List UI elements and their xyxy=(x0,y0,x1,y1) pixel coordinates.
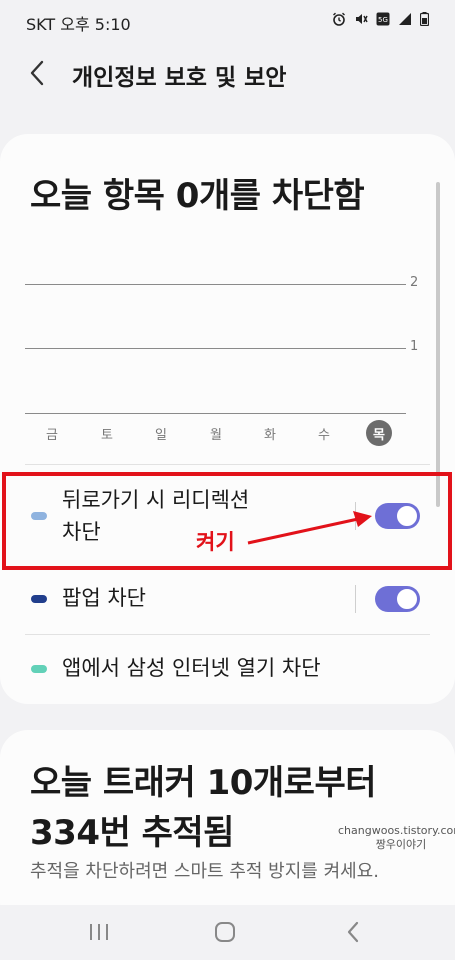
popup-block-toggle[interactable] xyxy=(375,586,420,612)
status-bar: SKT 오후 5:10 5G xyxy=(0,0,455,44)
tracker-subtitle: 추적을 차단하려면 스마트 추적 방지를 켜세요. xyxy=(30,861,379,882)
toggle-knob xyxy=(395,587,419,611)
vertical-divider xyxy=(355,585,356,613)
5g-signal-icon: 5G xyxy=(376,12,390,26)
setting-row-popup-block[interactable]: 팝업 차단 xyxy=(0,582,455,616)
setting-row-open-in-app-block[interactable]: 앱에서 삼성 인터넷 열기 차단 xyxy=(0,652,455,686)
y-tick-label: 2 xyxy=(410,275,419,290)
navigation-bar xyxy=(0,905,455,960)
tracker-card: 오늘 트래커 10개로부터 334번 추적됨 추적을 차단하려면 스마트 추적 … xyxy=(0,730,455,930)
battery-icon xyxy=(420,12,429,26)
alarm-icon xyxy=(333,12,345,26)
setting-label-open-in-app: 앱에서 삼성 인터넷 열기 차단 xyxy=(62,656,321,680)
legend-dot-open-in-app xyxy=(31,665,47,673)
grid-line-2 xyxy=(25,284,406,285)
x-tick-label: 화 xyxy=(264,428,276,443)
watermark-name: 짱우이야기 xyxy=(375,838,427,851)
divider xyxy=(25,634,430,635)
annotation-arrow-icon xyxy=(247,511,372,545)
watermark: changwoos.tistory.com 짱우이야기 xyxy=(338,824,455,852)
legend-dot-popup xyxy=(31,595,47,603)
mute-icon xyxy=(356,14,368,24)
app-bar: 개인정보 보호 및 보안 xyxy=(0,44,455,104)
blocked-chart: 2 1 금 토 일 월 화 수 목 xyxy=(0,134,455,464)
x-tick-label-today: 목 xyxy=(373,428,385,443)
x-tick-label: 수 xyxy=(318,428,330,443)
back-arrow-icon[interactable] xyxy=(28,58,48,88)
y-tick-label: 1 xyxy=(410,339,419,354)
watermark-url: changwoos.tistory.com xyxy=(338,824,455,837)
grid-line-1 xyxy=(25,348,406,349)
status-icons: 5G xyxy=(332,12,429,26)
home-icon[interactable] xyxy=(214,921,236,943)
divider xyxy=(25,464,430,465)
recents-icon[interactable] xyxy=(88,922,110,942)
x-tick-label: 토 xyxy=(101,428,113,443)
chart-baseline xyxy=(25,413,406,414)
annotation-label: 켜기 xyxy=(196,530,235,554)
setting-label-popup: 팝업 차단 xyxy=(62,586,146,610)
blocked-items-card: 오늘 항목 0개를 차단함 2 1 금 토 일 월 화 수 목 뒤로가기 시 리… xyxy=(0,134,455,704)
svg-text:5G: 5G xyxy=(378,16,388,24)
nav-back-icon[interactable] xyxy=(345,920,361,944)
x-tick-label: 월 xyxy=(210,428,222,443)
carrier-time: SKT 오후 5:10 xyxy=(26,15,131,34)
x-tick-label: 일 xyxy=(155,428,167,443)
page-title: 개인정보 보호 및 보안 xyxy=(72,65,287,91)
signal-bars-icon xyxy=(399,13,411,25)
x-tick-label: 금 xyxy=(46,428,58,443)
